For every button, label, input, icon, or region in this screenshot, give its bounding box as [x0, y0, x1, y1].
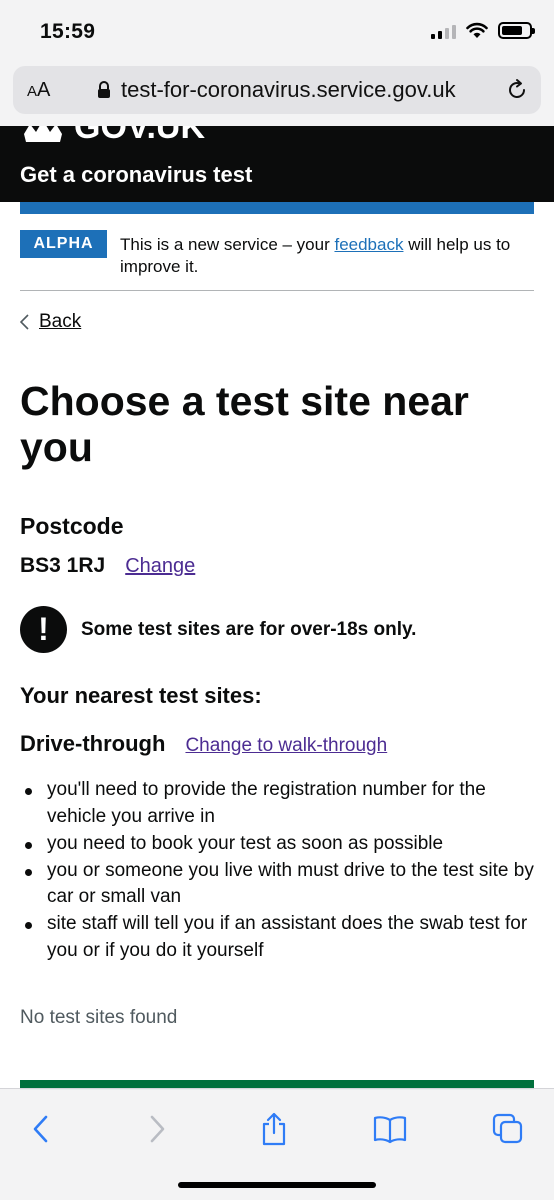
- reload-icon[interactable]: [505, 78, 529, 102]
- exclamation-icon: !: [20, 606, 67, 653]
- status-time: 15:59: [40, 20, 96, 43]
- browser-address-area: AA test-for-coronavirus.service.gov.uk: [0, 60, 554, 126]
- test-mode-row: Drive-through Change to walk-through: [20, 731, 387, 757]
- status-icons: [431, 22, 535, 39]
- back-link[interactable]: Back: [20, 311, 81, 333]
- url-text: test-for-coronavirus.service.gov.uk: [121, 77, 456, 102]
- back-link-label: Back: [39, 311, 82, 332]
- home-indicator: [178, 1182, 376, 1188]
- forward-icon[interactable]: [137, 1109, 177, 1149]
- nearest-sites-heading: Your nearest test sites:: [20, 683, 262, 708]
- govuk-logo-text: GOV.UK: [74, 126, 206, 146]
- warning-message: Some test sites are for over-18s only.: [81, 618, 417, 640]
- lock-icon: [98, 81, 110, 98]
- postcode-value: BS3 1RJ: [20, 554, 106, 577]
- change-postcode-link[interactable]: Change: [125, 555, 195, 578]
- gov-header: GOV.UK Get a coronavirus test: [0, 126, 554, 202]
- address-bar[interactable]: AA test-for-coronavirus.service.gov.uk: [13, 66, 541, 114]
- feedback-link[interactable]: feedback: [334, 235, 403, 254]
- header-blue-bar: [20, 202, 534, 214]
- list-item: you or someone you live with must drive …: [20, 858, 540, 911]
- phase-banner: ALPHA This is a new service – your feedb…: [20, 226, 534, 291]
- postcode-label: Postcode: [20, 513, 124, 539]
- book-icon[interactable]: [370, 1109, 410, 1149]
- no-results-message: No test sites found: [20, 1007, 178, 1028]
- service-name[interactable]: Get a coronavirus test: [20, 162, 252, 188]
- list-item: site staff will tell you if an assistant…: [20, 911, 540, 964]
- warning-text: ! Some test sites are for over-18s only.: [20, 606, 416, 653]
- status-bar: 15:59: [0, 0, 554, 60]
- text-size-button[interactable]: AA: [27, 79, 50, 102]
- test-mode-label: Drive-through: [20, 731, 166, 756]
- govuk-logo[interactable]: GOV.UK: [20, 126, 205, 148]
- list-item: you need to book your test as soon as po…: [20, 831, 540, 858]
- chevron-left-icon: [20, 314, 29, 330]
- page-title: Choose a test site near you: [20, 378, 469, 470]
- crown-icon: [24, 126, 62, 142]
- change-to-walk-through-link[interactable]: Change to walk-through: [185, 735, 387, 757]
- signal-icon: [431, 23, 456, 39]
- phase-text: This is a new service – your feedback wi…: [120, 235, 511, 276]
- list-item: you'll need to provide the registration …: [20, 777, 540, 830]
- drive-through-requirements: you'll need to provide the registration …: [20, 777, 540, 965]
- postcode-row: BS3 1RJ Change: [20, 554, 195, 578]
- wifi-icon: [466, 22, 488, 38]
- battery-icon: [498, 22, 535, 39]
- share-icon[interactable]: [254, 1109, 294, 1149]
- back-icon[interactable]: [21, 1109, 61, 1149]
- tabs-icon[interactable]: [488, 1109, 528, 1149]
- phase-tag: ALPHA: [20, 230, 107, 258]
